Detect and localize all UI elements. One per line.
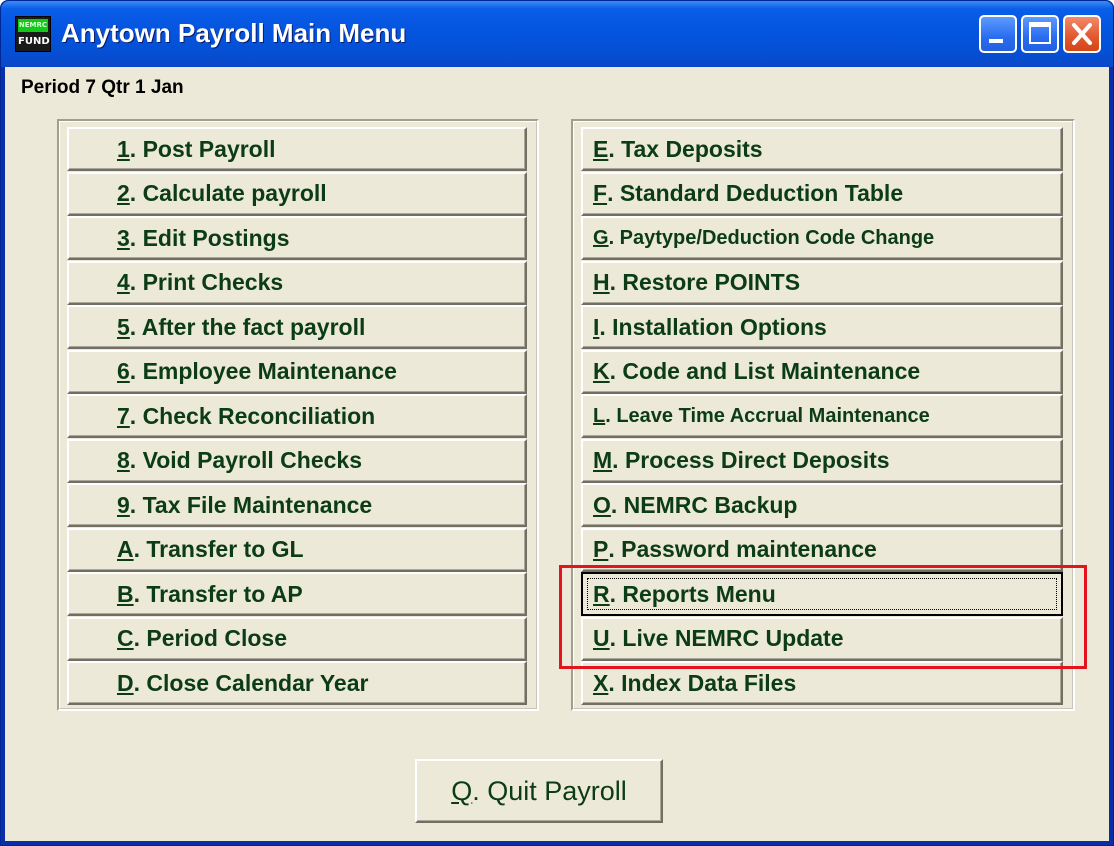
menu-item-key: F xyxy=(593,180,608,206)
menu-item-key: M xyxy=(593,447,613,473)
menu-item-u[interactable]: U. Live NEMRC Update xyxy=(581,616,1063,661)
maximize-icon xyxy=(1029,22,1051,44)
menu-item-key: B xyxy=(117,580,134,607)
menu-item-c[interactable]: C. Period Close xyxy=(67,616,527,661)
menu-item-key: 6 xyxy=(117,358,130,384)
menu-item-key: 8 xyxy=(117,447,130,473)
minimize-icon xyxy=(989,39,1003,43)
menu-item-f[interactable]: F. Standard Deduction Table xyxy=(581,171,1063,216)
menu-item-label: . Transfer to GL xyxy=(133,536,304,562)
menu-item-p[interactable]: P. Password maintenance xyxy=(581,527,1063,572)
menu-item-label: . Installation Options xyxy=(599,313,827,340)
menu-item-8[interactable]: 8. Void Payroll Checks xyxy=(67,438,527,483)
menu-item-label: . Edit Postings xyxy=(129,224,290,251)
menu-item-5[interactable]: 5. After the fact payroll xyxy=(67,305,527,349)
menu-item-2[interactable]: 2. Calculate payroll xyxy=(67,171,527,216)
menu-item-label: . NEMRC Backup xyxy=(610,491,798,518)
menu-item-label: . Tax Deposits xyxy=(608,135,763,162)
menu-item-label: . Standard Deduction Table xyxy=(607,180,904,206)
menu-item-3[interactable]: 3. Edit Postings xyxy=(67,216,527,260)
menu-item-label: . Post Payroll xyxy=(129,135,276,162)
menu-item-label: . Close Calendar Year xyxy=(133,669,369,696)
left-menu-panel: 1. Post Payroll 2. Calculate payroll 3. Ed… xyxy=(57,119,539,711)
menu-item-key: C xyxy=(117,625,134,651)
app-window: NEMRC FUND Anytown Payroll Main Menu Per… xyxy=(0,0,1114,846)
menu-item-h[interactable]: H. Restore POINTS xyxy=(581,260,1063,305)
menu-item-label: . Index Data Files xyxy=(608,669,797,696)
menu-item-9[interactable]: 9. Tax File Maintenance xyxy=(67,483,527,527)
menu-item-key: U xyxy=(593,625,610,651)
menu-item-label: . Employee Maintenance xyxy=(129,358,397,384)
menu-item-label: . Calculate payroll xyxy=(129,180,327,206)
app-icon-bottom-text: FUND xyxy=(18,36,50,47)
menu-item-label: . Transfer to AP xyxy=(133,580,303,607)
menu-item-e[interactable]: E. Tax Deposits xyxy=(581,127,1063,171)
menu-item-key: 2 xyxy=(117,180,130,206)
menu-item-label: . Password maintenance xyxy=(608,536,877,562)
close-button[interactable] xyxy=(1063,15,1101,53)
menu-item-key: E xyxy=(593,135,609,162)
menu-item-a[interactable]: A. Transfer to GL xyxy=(67,527,527,572)
menu-item-key: H xyxy=(593,269,610,295)
menu-item-key: 4 xyxy=(117,269,130,295)
menu-item-key: K xyxy=(593,358,610,384)
menu-item-key: A xyxy=(117,536,134,562)
menu-item-label: . Tax File Maintenance xyxy=(129,491,373,518)
menu-item-key: 9 xyxy=(117,491,130,518)
menu-item-d[interactable]: D. Close Calendar Year xyxy=(67,661,527,705)
menu-item-key: 1 xyxy=(117,135,130,162)
window-title: Anytown Payroll Main Menu xyxy=(61,18,407,48)
menu-item-label: . Period Close xyxy=(133,625,287,651)
menu-item-g[interactable]: G. Paytype/Deduction Code Change xyxy=(581,216,1063,260)
menu-item-label: . Leave Time Accrual Maintenance xyxy=(605,404,930,427)
menu-item-key: P xyxy=(593,536,609,562)
menu-item-1[interactable]: 1. Post Payroll xyxy=(67,127,527,171)
menu-item-label: . Paytype/Deduction Code Change xyxy=(608,226,935,249)
menu-item-key: L xyxy=(593,404,606,427)
right-menu-panel: E. Tax Deposits F. Standard Deduction Tab… xyxy=(571,119,1075,711)
menu-item-7[interactable]: 7. Check Reconciliation xyxy=(67,394,527,438)
menu-item-b[interactable]: B. Transfer to AP xyxy=(67,572,527,616)
menu-item-label: . Process Direct Deposits xyxy=(612,447,890,473)
menu-item-label: . Void Payroll Checks xyxy=(129,447,363,473)
menu-item-label: . After the fact payroll xyxy=(129,313,366,340)
menu-item-key: G xyxy=(593,226,609,249)
menu-item-label: . Live NEMRC Update xyxy=(609,625,844,651)
close-icon xyxy=(1072,23,1092,45)
menu-item-label: . Code and List Maintenance xyxy=(609,358,921,384)
menu-item-k[interactable]: K. Code and List Maintenance xyxy=(581,349,1063,394)
quit-payroll-button[interactable]: Q. Quit Payroll xyxy=(415,759,663,823)
menu-item-key: O xyxy=(593,491,611,518)
quit-label: . Quit Payroll xyxy=(472,775,627,806)
menu-item-l[interactable]: L. Leave Time Accrual Maintenance xyxy=(581,394,1063,438)
menu-item-label: . Print Checks xyxy=(129,269,284,295)
menu-item-4[interactable]: 4. Print Checks xyxy=(67,260,527,305)
menu-item-r[interactable]: R. Reports Menu xyxy=(581,572,1063,616)
menu-item-i[interactable]: I. Installation Options xyxy=(581,305,1063,349)
quit-key: Q xyxy=(451,775,473,806)
menu-item-x[interactable]: X. Index Data Files xyxy=(581,661,1063,705)
menu-item-key: D xyxy=(117,669,134,696)
menu-item-key: 3 xyxy=(117,224,130,251)
focus-rectangle xyxy=(587,578,1057,610)
maximize-button[interactable] xyxy=(1021,15,1059,53)
menu-item-label: . Restore POINTS xyxy=(609,269,801,295)
menu-item-6[interactable]: 6. Employee Maintenance xyxy=(67,349,527,394)
app-icon-top-text: NEMRC xyxy=(18,19,48,32)
client-area: Period 7 Qtr 1 Jan 1. Post Payroll 2. Cal… xyxy=(5,67,1109,841)
menu-item-o[interactable]: O. NEMRC Backup xyxy=(581,483,1063,527)
menu-item-label: . Check Reconciliation xyxy=(129,402,376,429)
app-icon: NEMRC FUND xyxy=(15,16,51,52)
title-bar[interactable]: NEMRC FUND Anytown Payroll Main Menu xyxy=(1,1,1113,67)
menu-item-m[interactable]: M. Process Direct Deposits xyxy=(581,438,1063,483)
menu-item-key: 5 xyxy=(117,313,130,340)
menu-item-key: X xyxy=(593,669,609,696)
menu-item-key: 7 xyxy=(117,402,130,429)
minimize-button[interactable] xyxy=(979,15,1017,53)
period-label: Period 7 Qtr 1 Jan xyxy=(21,77,184,98)
